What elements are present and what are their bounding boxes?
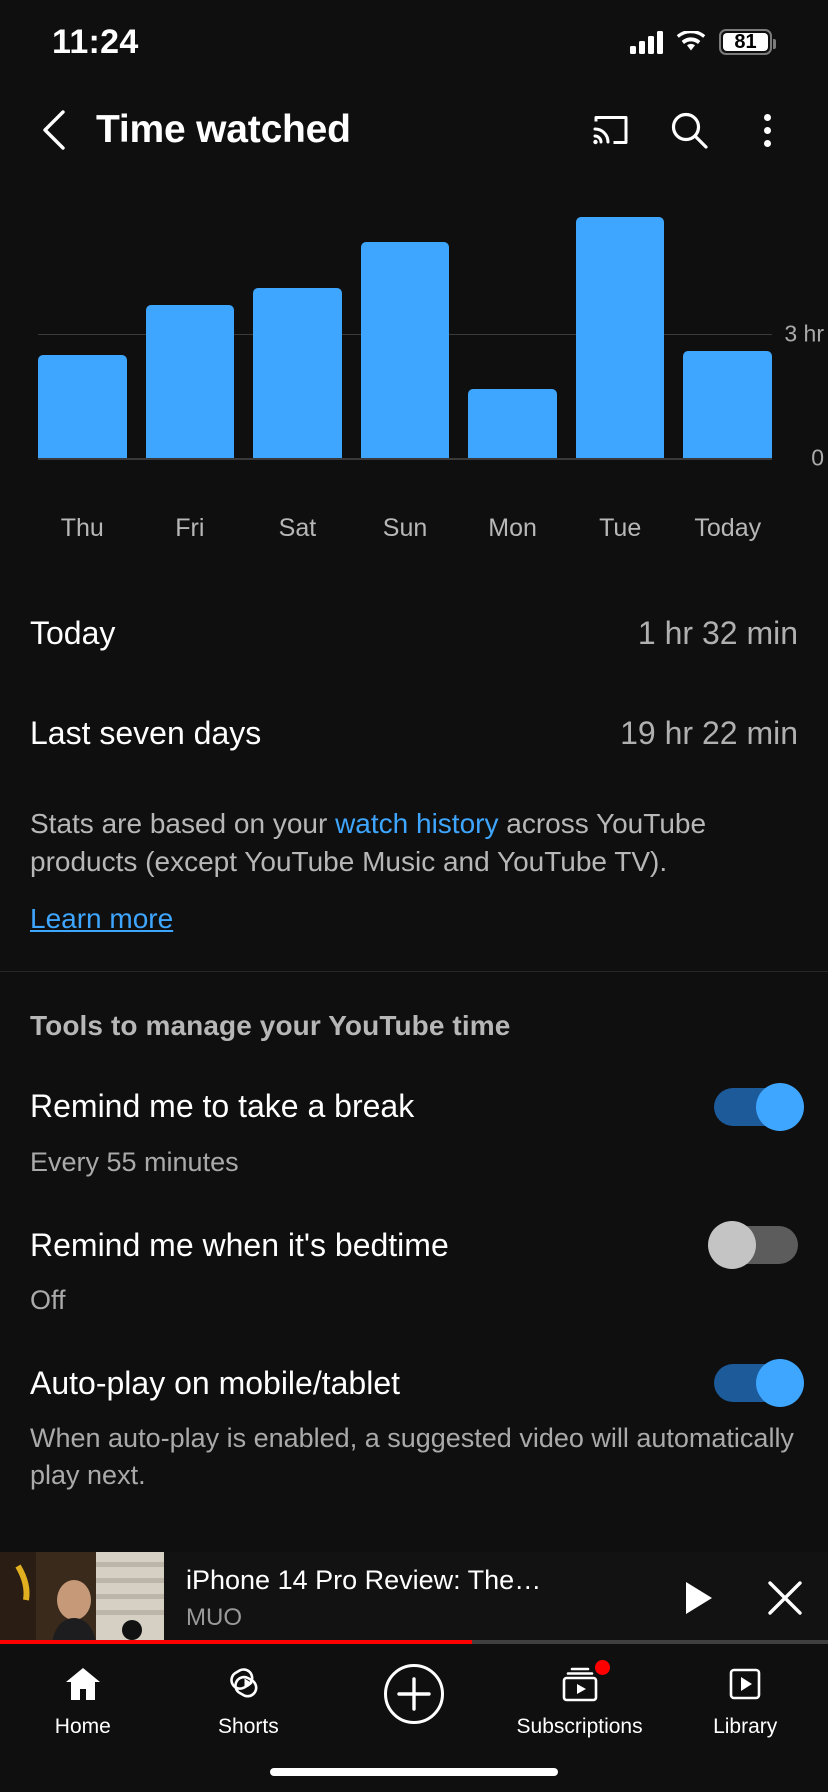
mini-player-title: iPhone 14 Pro Review: The… xyxy=(186,1564,542,1595)
close-icon[interactable] xyxy=(742,1552,828,1644)
nav-item-shorts[interactable]: Shorts xyxy=(166,1662,332,1739)
create-plus-icon xyxy=(383,1662,445,1726)
bar xyxy=(575,216,665,460)
stat-label: Today xyxy=(30,614,116,651)
learn-more-link[interactable]: Learn more xyxy=(0,881,828,971)
bar xyxy=(38,355,127,460)
bar xyxy=(360,241,450,460)
subscriptions-badge xyxy=(594,1660,610,1675)
app-bar: Time watched xyxy=(0,84,828,176)
chart-axis-label-top: 3 hr xyxy=(784,320,824,347)
subscriptions-icon xyxy=(559,1660,610,1706)
stat-value: 19 hr 22 min xyxy=(620,714,798,751)
chart-bar-mon xyxy=(468,200,557,460)
toggle-remind-break[interactable] xyxy=(714,1082,804,1131)
chart-axis-label-bottom: 0 xyxy=(811,444,824,471)
setting-title: Remind me to take a break xyxy=(30,1088,415,1125)
setting-autoplay[interactable]: Auto-play on mobile/tablet When auto-pla… xyxy=(30,1359,804,1493)
status-bar: 11:24 81 xyxy=(0,0,828,84)
chart-category-labels: Thu Fri Sat Sun Mon Tue Today xyxy=(0,514,828,543)
nav-item-subscriptions[interactable]: Subscriptions xyxy=(497,1660,663,1739)
play-icon[interactable] xyxy=(656,1552,742,1644)
nav-item-library[interactable]: Library xyxy=(662,1662,828,1739)
mini-player[interactable]: iPhone 14 Pro Review: The… MUO xyxy=(0,1552,828,1644)
stat-label: Last seven days xyxy=(30,714,262,751)
bar xyxy=(683,350,773,460)
stats-section: Today 1 hr 32 min Last seven days 19 hr … xyxy=(0,543,828,783)
toggle-remind-bedtime[interactable] xyxy=(708,1221,798,1270)
library-icon xyxy=(725,1662,765,1706)
stat-value: 1 hr 32 min xyxy=(637,614,798,651)
bottom-nav: Home Shorts Subscriptions Library xyxy=(0,1644,828,1792)
status-bar-time: 11:24 xyxy=(52,22,139,61)
mini-player-channel: MUO xyxy=(186,1603,242,1631)
nav-item-home[interactable]: Home xyxy=(0,1662,166,1739)
nav-label: Shorts xyxy=(218,1715,279,1738)
chart-baseline: 0 xyxy=(38,445,824,471)
chart-category-label: Sat xyxy=(278,514,317,542)
setting-remind-break[interactable]: Remind me to take a break Every 55 minut… xyxy=(30,1082,804,1180)
mini-player-thumbnail[interactable] xyxy=(0,1552,164,1644)
bar xyxy=(253,288,342,460)
back-button[interactable] xyxy=(26,102,82,158)
chart-plot-area: 3 hr 0 xyxy=(38,200,824,471)
status-bar-indicators: 81 xyxy=(630,29,776,55)
chart-bar-fri xyxy=(145,200,235,460)
setting-title: Auto-play on mobile/tablet xyxy=(30,1364,400,1401)
chart-category-label: Thu xyxy=(60,514,104,542)
setting-subtitle: When auto-play is enabled, a suggested v… xyxy=(30,1423,794,1490)
chart-category-label: Mon xyxy=(488,514,537,542)
nav-label: Library xyxy=(713,1715,778,1738)
search-icon[interactable] xyxy=(654,95,724,165)
bar xyxy=(468,388,557,460)
shorts-icon xyxy=(229,1662,267,1706)
setting-subtitle: Every 55 minutes xyxy=(30,1146,239,1177)
chart-bar-tue xyxy=(575,200,665,460)
home-icon xyxy=(63,1662,103,1706)
tools-heading: Tools to manage your YouTube time xyxy=(30,1009,511,1041)
nav-label: Subscriptions xyxy=(516,1715,643,1738)
page-title: Time watched xyxy=(96,108,351,151)
chart-bar-today xyxy=(683,200,773,460)
chart-bar-sat xyxy=(253,200,342,460)
wifi-icon xyxy=(676,31,706,53)
setting-remind-bedtime[interactable]: Remind me when it's bedtime Off xyxy=(30,1221,798,1318)
battery-percent: 81 xyxy=(734,30,757,53)
chart-category-label: Fri xyxy=(175,514,205,542)
description-part-1: Stats are based on your xyxy=(30,808,336,839)
chart-category-label: Tue xyxy=(599,514,642,542)
setting-title: Remind me when it's bedtime xyxy=(30,1226,449,1263)
battery-icon: 81 xyxy=(719,29,776,55)
setting-subtitle: Off xyxy=(30,1285,66,1316)
cast-icon[interactable] xyxy=(576,95,646,165)
chart-bar-thu xyxy=(38,200,127,460)
nav-label: Home xyxy=(54,1715,111,1738)
home-indicator xyxy=(270,1768,558,1776)
signal-bars-icon xyxy=(630,30,663,54)
watch-history-link[interactable]: watch history xyxy=(335,808,498,839)
stats-description: Stats are based on your watch history ac… xyxy=(0,783,828,881)
more-options-icon[interactable] xyxy=(732,95,802,165)
bar xyxy=(145,304,235,460)
time-watched-chart: 3 hr 0 xyxy=(0,200,828,500)
chart-bar-sun xyxy=(360,200,450,460)
toggle-autoplay[interactable] xyxy=(714,1359,804,1408)
stat-row-last-seven-days: Last seven days 19 hr 22 min xyxy=(30,683,798,783)
chart-bars xyxy=(38,200,773,460)
nav-item-create[interactable] xyxy=(331,1662,497,1735)
stat-row-today: Today 1 hr 32 min xyxy=(30,583,798,683)
tools-section: Tools to manage your YouTube time Remind… xyxy=(0,972,828,1494)
mini-player-meta: iPhone 14 Pro Review: The… MUO xyxy=(164,1565,656,1632)
app-bar-actions xyxy=(576,95,802,165)
chart-category-label: Sun xyxy=(382,514,428,542)
chart-category-label: Today xyxy=(694,514,762,542)
